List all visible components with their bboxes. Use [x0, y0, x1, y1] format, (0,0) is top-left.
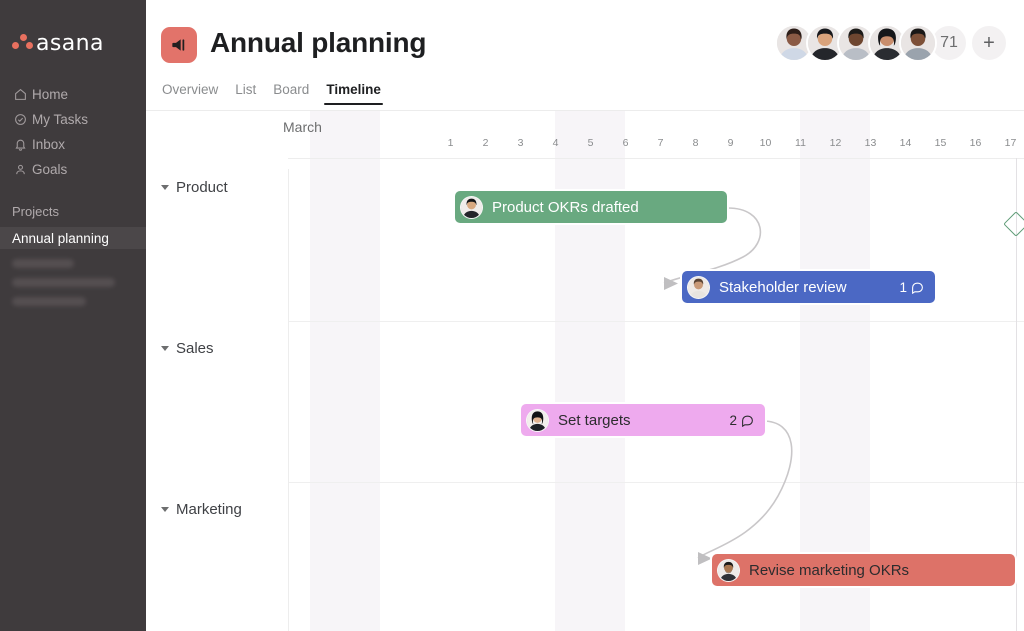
main-content: Annual planning 71 + Overview List Board… [146, 0, 1024, 631]
person-icon [12, 163, 29, 176]
avatar[interactable] [899, 24, 937, 62]
task-comment-count: 2 [729, 413, 754, 428]
day-column-3[interactable]: 3 [503, 137, 538, 149]
timeline-row-labels: March Product Sales Marketing [146, 111, 322, 631]
section-header-product[interactable]: Product [161, 179, 228, 196]
month-label: March [283, 119, 322, 135]
task-assignee-avatar [687, 275, 710, 299]
section-label: Product [176, 179, 228, 196]
day-column-8[interactable]: 8 [678, 137, 713, 149]
sidebar-project-placeholder[interactable] [12, 297, 86, 306]
check-circle-icon [12, 113, 29, 126]
asana-wordmark: asana [36, 30, 104, 56]
sidebar-item-inbox-label: Inbox [32, 137, 66, 152]
megaphone-icon [161, 27, 197, 63]
chevron-down-icon [161, 507, 169, 512]
section-header-marketing[interactable]: Marketing [161, 501, 242, 518]
sidebar-project-annual-planning[interactable]: Annual planning [0, 227, 146, 249]
page-title: Annual planning [210, 27, 427, 58]
view-tabs: Overview List Board Timeline [162, 82, 383, 105]
day-column-2[interactable]: 2 [468, 137, 503, 149]
asana-logo[interactable]: asana [0, 0, 146, 60]
project-header: Annual planning 71 + Overview List Board… [146, 0, 1024, 111]
bell-icon [12, 138, 29, 151]
timeline-grid: 1 2 3 4 5 6 7 8 9 10 11 12 13 14 15 16 1… [288, 111, 1024, 631]
day-column-11[interactable]: 11 [783, 137, 818, 149]
task-name: Revise marketing OKRs [749, 561, 910, 579]
sidebar: asana Home My Tasks Inbox Goals Projects… [0, 0, 146, 631]
chevron-down-icon [161, 185, 169, 190]
sidebar-project-placeholder[interactable] [12, 278, 115, 287]
task-bar-set-targets[interactable]: Set targets 2 [521, 404, 765, 436]
weekend-shading [800, 111, 870, 631]
asana-logo-dots-icon [12, 33, 34, 53]
row-label-divider [288, 169, 289, 631]
task-assignee-avatar [717, 558, 740, 582]
tab-timeline[interactable]: Timeline [324, 82, 383, 105]
task-bar-product-okrs-drafted[interactable]: Product OKRs drafted [455, 191, 727, 223]
comment-count-value: 2 [729, 412, 737, 428]
task-name: Stakeholder review [719, 278, 847, 296]
task-bar-revise-marketing-okrs[interactable]: Revise marketing OKRs [712, 554, 1015, 586]
task-assignee-avatar [526, 408, 549, 432]
task-bar-stakeholder-review[interactable]: Stakeholder review 1 [682, 271, 935, 303]
day-column-4[interactable]: 4 [538, 137, 573, 149]
day-column-6[interactable]: 6 [608, 137, 643, 149]
sidebar-project-placeholder[interactable] [12, 259, 74, 268]
day-column-17[interactable]: 17 [993, 137, 1024, 149]
add-member-button[interactable]: + [970, 24, 1008, 62]
day-column-5[interactable]: 5 [573, 137, 608, 149]
comment-count-value: 1 [899, 279, 907, 295]
day-column-12[interactable]: 12 [818, 137, 853, 149]
sidebar-item-my-tasks-label: My Tasks [32, 112, 89, 127]
member-avatars: 71 + [775, 24, 1008, 62]
task-name: Product OKRs drafted [492, 198, 639, 216]
home-icon [12, 88, 29, 101]
day-column-9[interactable]: 9 [713, 137, 748, 149]
task-name: Set targets [558, 411, 631, 429]
sidebar-nav: Home My Tasks Inbox Goals [0, 82, 146, 182]
weekend-shading [555, 111, 625, 631]
tab-overview[interactable]: Overview [162, 82, 218, 105]
day-column-7[interactable]: 7 [643, 137, 678, 149]
sidebar-item-home-label: Home [32, 87, 69, 102]
sidebar-item-goals[interactable]: Goals [0, 157, 146, 182]
section-label: Marketing [176, 501, 242, 518]
section-header-sales[interactable]: Sales [161, 340, 214, 357]
sidebar-projects-heading: Projects [12, 204, 59, 219]
task-comment-count: 1 [899, 280, 924, 295]
sidebar-item-home[interactable]: Home [0, 82, 146, 107]
day-column-10[interactable]: 10 [748, 137, 783, 149]
section-label: Sales [176, 340, 214, 357]
sidebar-item-goals-label: Goals [32, 162, 68, 177]
day-column-1[interactable]: 1 [433, 137, 468, 149]
tab-board[interactable]: Board [273, 82, 309, 105]
sidebar-item-inbox[interactable]: Inbox [0, 132, 146, 157]
sidebar-item-my-tasks[interactable]: My Tasks [0, 107, 146, 132]
comment-bubble-icon [742, 415, 753, 427]
day-column-16[interactable]: 16 [958, 137, 993, 149]
asana-timeline-app: asana Home My Tasks Inbox Goals Projects… [0, 0, 1024, 631]
chevron-down-icon [161, 346, 169, 351]
tab-list[interactable]: List [235, 82, 256, 105]
day-column-14[interactable]: 14 [888, 137, 923, 149]
day-column-15[interactable]: 15 [923, 137, 958, 149]
date-header-divider [288, 158, 1024, 159]
day-column-13[interactable]: 13 [853, 137, 888, 149]
weekend-shading [310, 111, 380, 631]
task-assignee-avatar [460, 195, 483, 219]
timeline-view: 1 2 3 4 5 6 7 8 9 10 11 12 13 14 15 16 1… [146, 111, 1024, 631]
comment-bubble-icon [912, 282, 923, 294]
